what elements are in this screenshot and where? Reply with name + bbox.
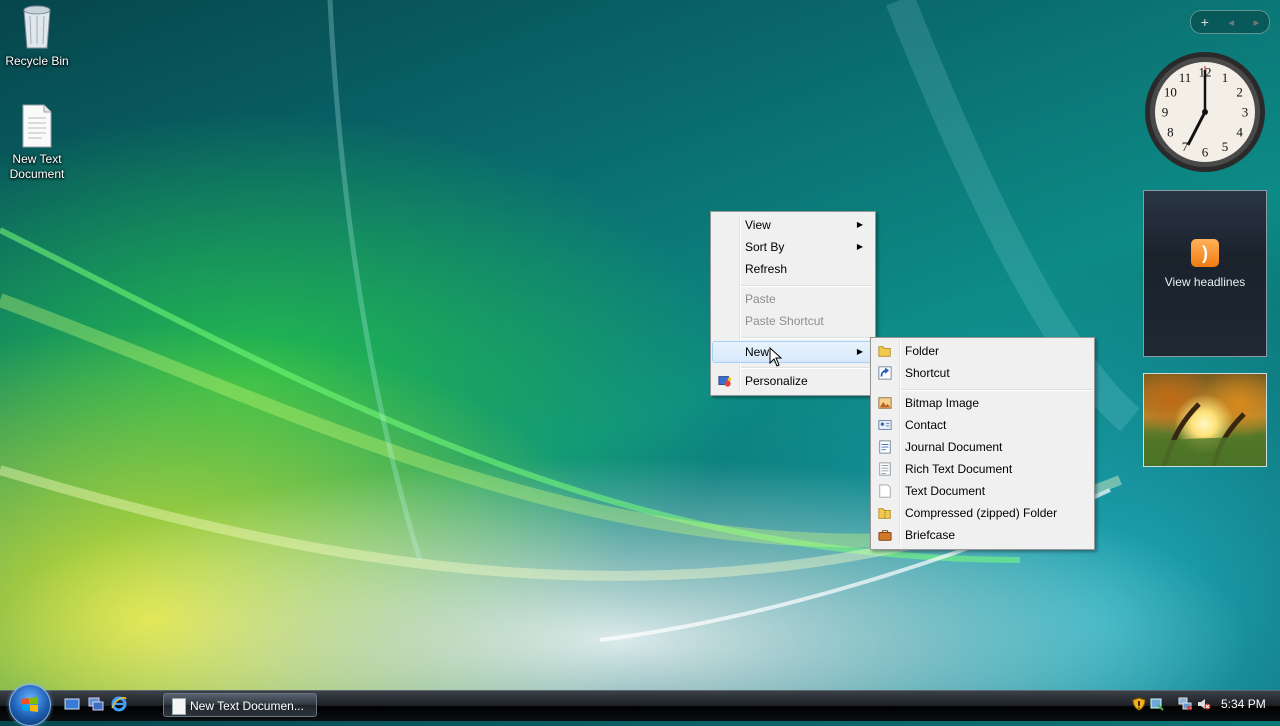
rich-text-icon — [879, 462, 891, 476]
new-zip-folder-label: Compressed (zipped) Folder — [905, 506, 1058, 520]
show-desktop-icon[interactable] — [64, 696, 80, 712]
new-folder-label: Folder — [905, 344, 940, 358]
clock-numeral: 10 — [1164, 85, 1177, 100]
clock-numeral: 7 — [1182, 139, 1189, 154]
menu-item-paste[interactable]: Paste — [713, 288, 873, 310]
slideshow-gadget[interactable] — [1143, 373, 1267, 467]
menu-item-paste-label: Paste — [745, 292, 776, 306]
new-text-document-item[interactable]: Text Document — [873, 480, 1092, 502]
clock-numeral: 5 — [1222, 139, 1229, 154]
security-shield-icon[interactable] — [1132, 697, 1146, 711]
new-text-document-label: New Text Document — [9, 152, 65, 181]
taskbar-button-new-text-document[interactable]: New Text Documen... — [163, 693, 317, 717]
text-document-icon — [879, 484, 891, 498]
new-briefcase-label: Briefcase — [905, 528, 956, 542]
clock-numeral: 3 — [1242, 105, 1249, 120]
taskbar-button-label: New Text Documen... — [190, 699, 304, 713]
mouse-cursor-icon — [769, 347, 783, 367]
clock-numeral: 11 — [1179, 70, 1192, 85]
menu-separator — [741, 285, 873, 287]
recycle-bin-desktop-icon[interactable]: Recycle Bin — [0, 2, 74, 69]
new-shortcut-item[interactable]: Shortcut — [873, 362, 1092, 384]
zip-folder-icon — [878, 508, 891, 519]
new-shortcut-label: Shortcut — [905, 366, 950, 380]
menu-item-new-label: New — [745, 345, 770, 359]
menu-separator — [741, 337, 873, 339]
new-rich-text-label: Rich Text Document — [905, 462, 1013, 476]
prev-gadget-button[interactable]: ◂ — [1229, 16, 1235, 29]
new-rich-text-item[interactable]: Rich Text Document — [873, 458, 1092, 480]
add-gadget-button[interactable]: + — [1201, 14, 1209, 30]
clock-gadget[interactable]: 121234567891011 — [1143, 50, 1267, 174]
menu-separator — [901, 389, 1092, 391]
new-bitmap-item[interactable]: Bitmap Image — [873, 392, 1092, 414]
briefcase-icon — [878, 530, 892, 541]
clock-numeral: 2 — [1236, 85, 1243, 100]
menu-item-new[interactable]: New ▶ — [712, 341, 874, 363]
windows-update-icon[interactable] — [1150, 697, 1164, 711]
submenu-arrow-icon: ▶ — [856, 220, 863, 229]
desktop-context-menu: View ▶ Sort By ▶ Refresh Paste Paste Sho… — [710, 211, 876, 396]
clock-numeral: 9 — [1162, 105, 1169, 120]
new-contact-item[interactable]: Contact — [873, 414, 1092, 436]
sidebar-controls: + ◂ ▸ — [1190, 10, 1270, 34]
new-contact-label: Contact — [905, 418, 947, 432]
menu-item-personalize[interactable]: Personalize — [713, 370, 873, 392]
shortcut-icon — [878, 366, 892, 380]
new-text-document-label: Text Document — [905, 484, 986, 498]
taskbar-clock[interactable]: 5:34 PM — [1221, 697, 1266, 711]
autumn-photo — [1144, 402, 1266, 466]
menu-item-paste-shortcut[interactable]: Paste Shortcut — [713, 310, 873, 332]
new-journal-label: Journal Document — [905, 440, 1003, 454]
menu-item-sort-by-label: Sort By — [745, 240, 785, 254]
rss-icon: ) — [1191, 239, 1219, 267]
contact-icon — [878, 420, 892, 430]
submenu-arrow-icon: ▶ — [856, 347, 863, 356]
menu-item-refresh[interactable]: Refresh — [713, 258, 873, 280]
new-text-document-desktop-icon[interactable]: New Text Document — [0, 104, 74, 182]
volume-muted-icon[interactable] — [1197, 697, 1211, 711]
text-document-icon — [22, 104, 52, 148]
feed-headlines-gadget[interactable]: ) View headlines — [1143, 190, 1267, 357]
menu-item-paste-shortcut-label: Paste Shortcut — [745, 314, 824, 328]
new-submenu: Folder Shortcut Bitmap Image Contact Jou… — [870, 337, 1095, 550]
menu-item-view[interactable]: View ▶ — [713, 214, 873, 236]
feed-headlines-label: View headlines — [1164, 275, 1246, 289]
menu-separator — [741, 367, 873, 369]
journal-icon — [879, 440, 891, 454]
personalize-icon — [718, 376, 732, 387]
recycle-bin-label: Recycle Bin — [5, 54, 69, 68]
new-zip-folder-item[interactable]: Compressed (zipped) Folder — [873, 502, 1092, 524]
new-journal-item[interactable]: Journal Document — [873, 436, 1092, 458]
switch-windows-icon[interactable] — [88, 696, 104, 712]
new-bitmap-label: Bitmap Image — [905, 396, 980, 410]
bitmap-icon — [878, 397, 892, 409]
network-icon[interactable] — [1178, 697, 1192, 711]
internet-explorer-icon[interactable] — [111, 696, 127, 712]
folder-icon — [878, 346, 891, 357]
menu-item-personalize-label: Personalize — [745, 374, 808, 388]
submenu-arrow-icon: ▶ — [856, 242, 863, 251]
notepad-icon — [172, 698, 186, 715]
menu-item-sort-by[interactable]: Sort By ▶ — [713, 236, 873, 258]
menu-item-view-label: View — [745, 218, 771, 232]
clock-numeral: 4 — [1236, 125, 1243, 140]
new-folder-item[interactable]: Folder — [873, 340, 1092, 362]
clock-numeral: 6 — [1202, 145, 1209, 160]
menu-item-refresh-label: Refresh — [745, 262, 788, 276]
next-gadget-button[interactable]: ▸ — [1254, 16, 1260, 29]
clock-numeral: 1 — [1222, 70, 1229, 85]
windows-logo-icon — [22, 697, 38, 712]
new-briefcase-item[interactable]: Briefcase — [873, 524, 1092, 546]
recycle-bin-icon — [23, 5, 51, 49]
clock-numeral: 8 — [1167, 125, 1174, 140]
